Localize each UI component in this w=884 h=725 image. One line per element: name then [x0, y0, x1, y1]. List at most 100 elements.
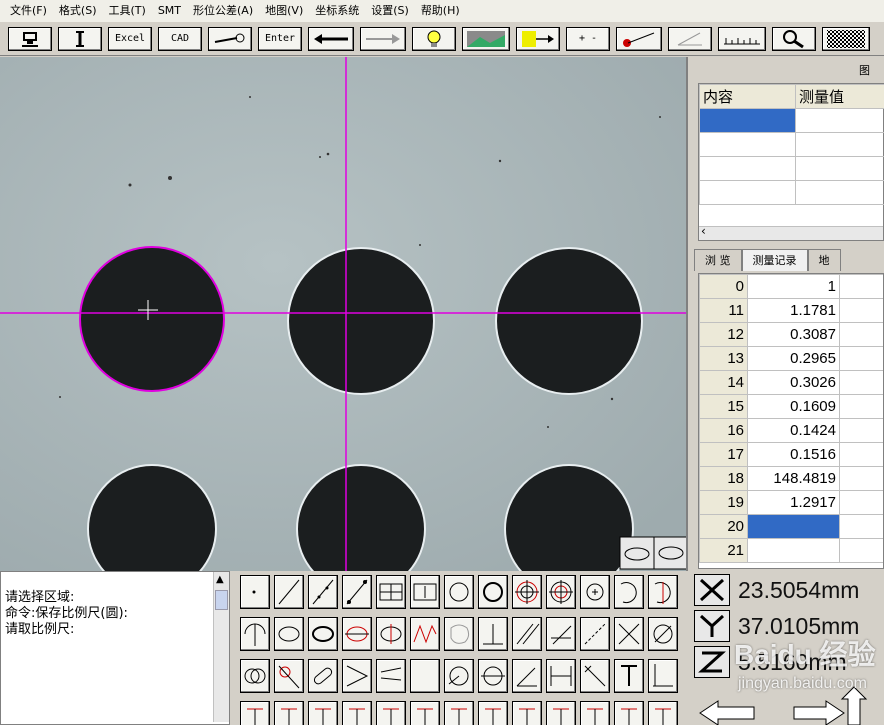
table-cell[interactable]: [699, 156, 796, 181]
pattern-button[interactable]: [822, 26, 870, 51]
menu-tolerance[interactable]: 形位公差(A): [187, 1, 259, 21]
enter-button[interactable]: Enter: [258, 26, 302, 51]
tool-button[interactable]: [580, 575, 610, 609]
table-cell[interactable]: [795, 156, 884, 181]
scroll-up-icon[interactable]: ▲: [216, 572, 224, 588]
tool-button[interactable]: [546, 659, 576, 693]
tool-button[interactable]: [308, 575, 338, 609]
tool-button[interactable]: [444, 575, 474, 609]
command-console[interactable]: 请选择区域: 命令:保存比例尺(圆): 请取比例尺: ▲: [0, 571, 230, 725]
camera-image[interactable]: [0, 57, 688, 571]
cad-button[interactable]: CAD: [158, 26, 202, 51]
record-extra[interactable]: [839, 418, 883, 443]
tool-button[interactable]: [410, 617, 440, 651]
tool-button[interactable]: [580, 659, 610, 693]
tool-button[interactable]: [512, 617, 542, 651]
tool-button[interactable]: [274, 701, 304, 725]
tool-button[interactable]: [376, 617, 406, 651]
ruler-button[interactable]: [718, 26, 766, 51]
record-extra[interactable]: [839, 442, 883, 467]
tool-button[interactable]: [410, 659, 440, 693]
excel-button[interactable]: Excel: [108, 26, 152, 51]
tool-button[interactable]: [274, 575, 304, 609]
record-extra[interactable]: [839, 490, 883, 515]
tool-button[interactable]: [512, 701, 542, 725]
tool-button[interactable]: [648, 617, 678, 651]
tool-button[interactable]: [614, 617, 644, 651]
record-value[interactable]: 1: [747, 274, 840, 299]
record-extra[interactable]: [839, 538, 883, 563]
tool-button[interactable]: [240, 575, 270, 609]
console-scrollbar[interactable]: ▲: [213, 572, 229, 722]
record-extra[interactable]: [839, 394, 883, 419]
tool-button[interactable]: [648, 659, 678, 693]
scroll-left-icon[interactable]: ‹: [701, 224, 706, 238]
light-bulb-button[interactable]: [412, 26, 456, 51]
plus-minus-button[interactable]: + -: [566, 26, 610, 51]
record-value[interactable]: 0.3087: [747, 322, 840, 347]
tool-button[interactable]: [580, 701, 610, 725]
table-row[interactable]: 12 0.3087: [699, 322, 883, 347]
tool-button[interactable]: [240, 659, 270, 693]
tool-button[interactable]: [308, 701, 338, 725]
arrow-left-button[interactable]: [308, 26, 354, 51]
menu-coordinate-system[interactable]: 坐标系统: [309, 1, 365, 21]
records-table[interactable]: 0 1 11 1.1781 12 0.3087 13 0.2965 14 0.3026 15 0.16…: [698, 273, 884, 569]
tool-button[interactable]: [478, 659, 508, 693]
tool-button[interactable]: [512, 575, 542, 609]
tab-measurement-records[interactable]: 测量记录: [741, 249, 808, 271]
camera-viewport[interactable]: [0, 57, 688, 571]
tab-map[interactable]: 地: [807, 249, 841, 271]
table-row[interactable]: 14 0.3026: [699, 370, 883, 395]
menu-settings[interactable]: 设置(S): [365, 1, 415, 21]
tool-button[interactable]: [648, 575, 678, 609]
hole[interactable]: [495, 247, 643, 395]
tool-button[interactable]: [308, 617, 338, 651]
tool-button[interactable]: [478, 701, 508, 725]
record-value[interactable]: 1.2917: [747, 490, 840, 515]
table-cell[interactable]: [795, 132, 884, 157]
tool-button[interactable]: [342, 659, 372, 693]
zoom-button[interactable]: [772, 26, 816, 51]
record-value[interactable]: 0.2965: [747, 346, 840, 371]
tool-button[interactable]: [546, 575, 576, 609]
record-extra[interactable]: [839, 298, 883, 323]
tool-button[interactable]: [240, 617, 270, 651]
tool-button[interactable]: [478, 617, 508, 651]
table-row[interactable]: 19 1.2917: [699, 490, 883, 515]
menu-map[interactable]: 地图(V): [259, 1, 309, 21]
record-extra[interactable]: [839, 346, 883, 371]
record-extra[interactable]: [839, 274, 883, 299]
menu-format[interactable]: 格式(S): [53, 1, 103, 21]
record-value[interactable]: [747, 538, 840, 563]
table-row[interactable]: 21: [699, 538, 883, 563]
table-row[interactable]: 15 0.1609: [699, 394, 883, 419]
selected-hole[interactable]: [79, 246, 225, 392]
tool-button[interactable]: [614, 659, 644, 693]
tool-button[interactable]: [444, 701, 474, 725]
lamp-top-button[interactable]: [8, 26, 52, 51]
image-button[interactable]: [462, 26, 510, 51]
hole[interactable]: [287, 247, 435, 395]
menu-tools[interactable]: 工具(T): [103, 1, 152, 21]
menu-file[interactable]: 文件(F): [4, 1, 53, 21]
tool-button[interactable]: [614, 575, 644, 609]
point-line-button[interactable]: [616, 26, 662, 51]
edge-detect-button[interactable]: [516, 26, 560, 51]
table-row[interactable]: 16 0.1424: [699, 418, 883, 443]
tool-button[interactable]: [376, 575, 406, 609]
record-extra[interactable]: [839, 466, 883, 491]
arrow-right-button[interactable]: [360, 26, 406, 51]
tool-button[interactable]: [546, 701, 576, 725]
table-cell[interactable]: [795, 108, 884, 133]
table-cell[interactable]: [699, 180, 796, 205]
tool-button[interactable]: [512, 659, 542, 693]
record-extra[interactable]: [839, 322, 883, 347]
tool-button[interactable]: [376, 659, 406, 693]
tool-button[interactable]: [342, 575, 372, 609]
record-extra[interactable]: [839, 514, 883, 539]
tool-button[interactable]: [478, 575, 508, 609]
record-value[interactable]: 0.3026: [747, 370, 840, 395]
record-value[interactable]: 0.1609: [747, 394, 840, 419]
record-value[interactable]: 1.1781: [747, 298, 840, 323]
